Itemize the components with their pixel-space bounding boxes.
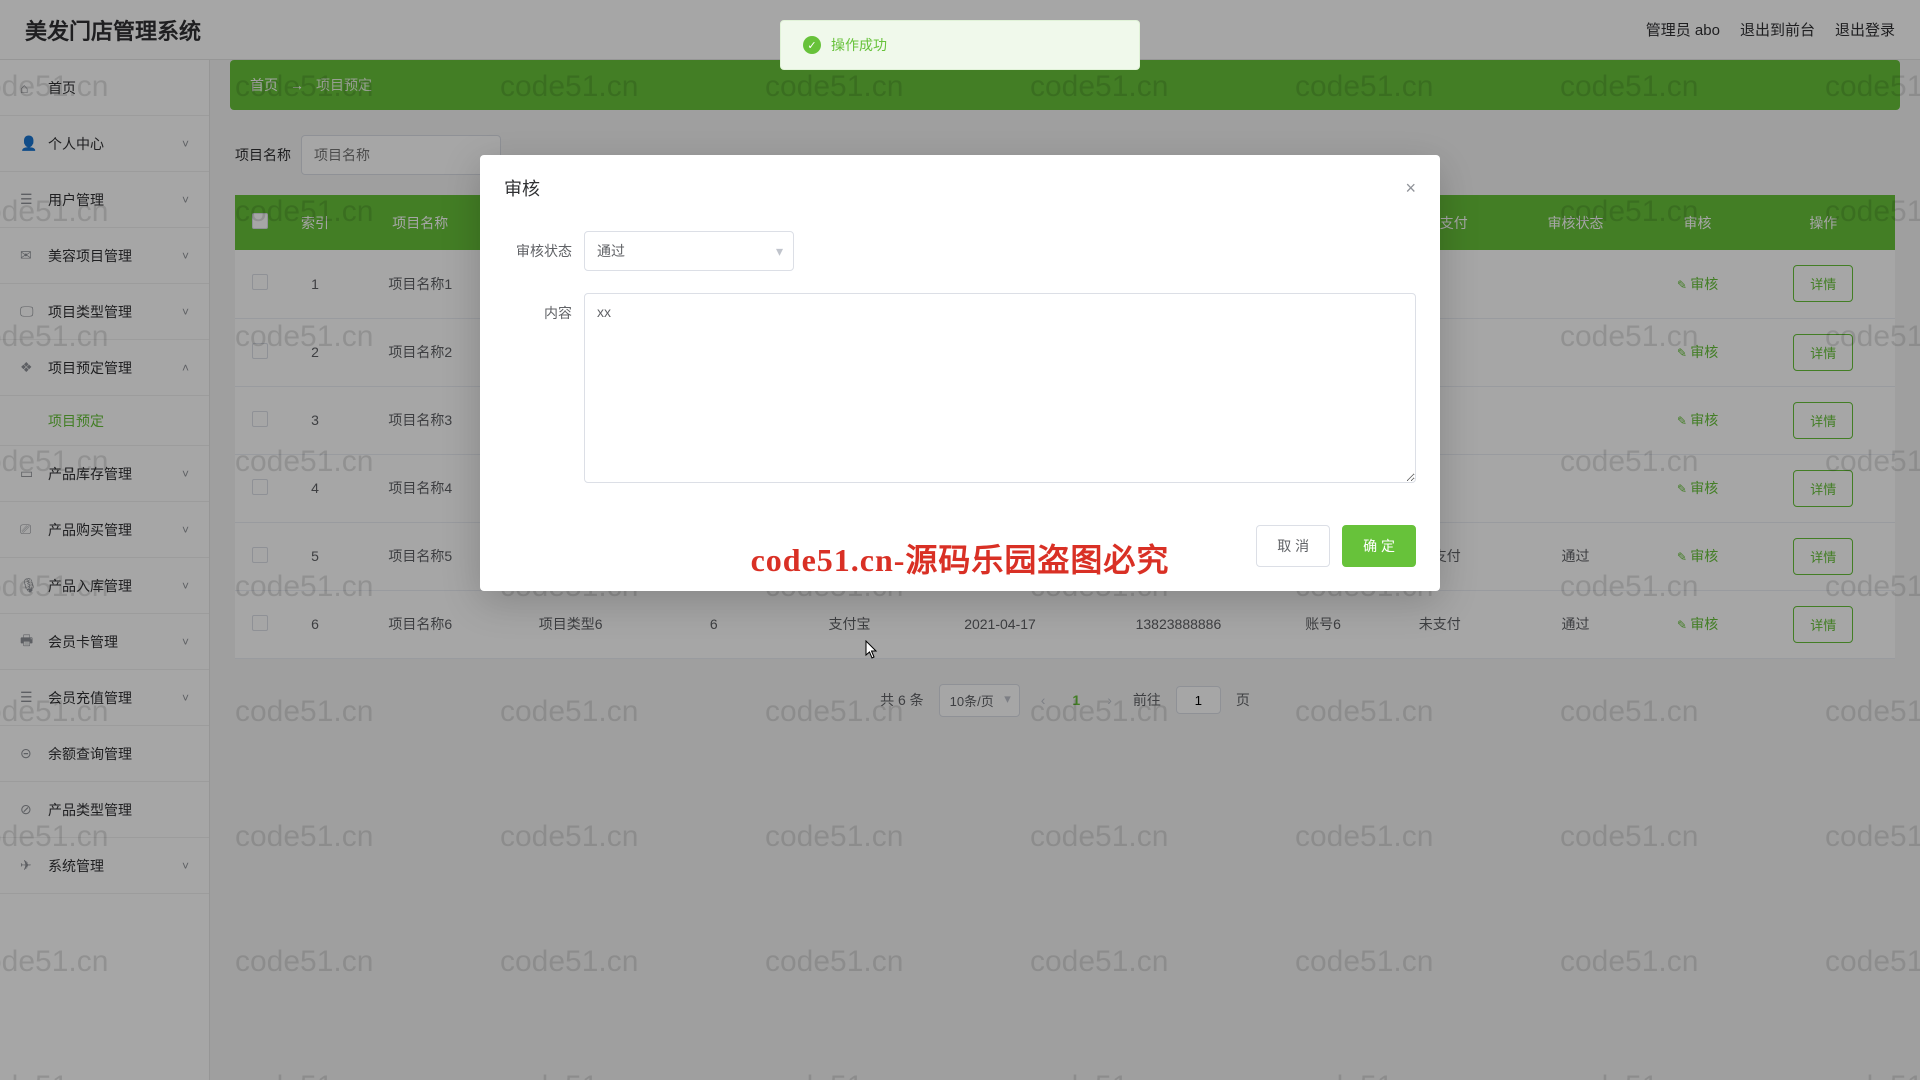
- success-toast: ✓ 操作成功: [780, 20, 1140, 70]
- confirm-button[interactable]: 确 定: [1342, 525, 1416, 567]
- cancel-button[interactable]: 取 消: [1256, 525, 1330, 567]
- audit-content-textarea[interactable]: [584, 293, 1416, 483]
- audit-modal: 审核 × 审核状态 通过 内容 取 消 确 定: [480, 155, 1440, 591]
- toast-text: 操作成功: [831, 35, 887, 55]
- audit-status-select[interactable]: 通过: [584, 231, 794, 271]
- modal-close-button[interactable]: ×: [1405, 178, 1416, 199]
- audit-content-label: 内容: [504, 293, 584, 323]
- success-icon: ✓: [803, 36, 821, 54]
- audit-status-label: 审核状态: [504, 231, 584, 261]
- modal-title: 审核: [504, 175, 540, 201]
